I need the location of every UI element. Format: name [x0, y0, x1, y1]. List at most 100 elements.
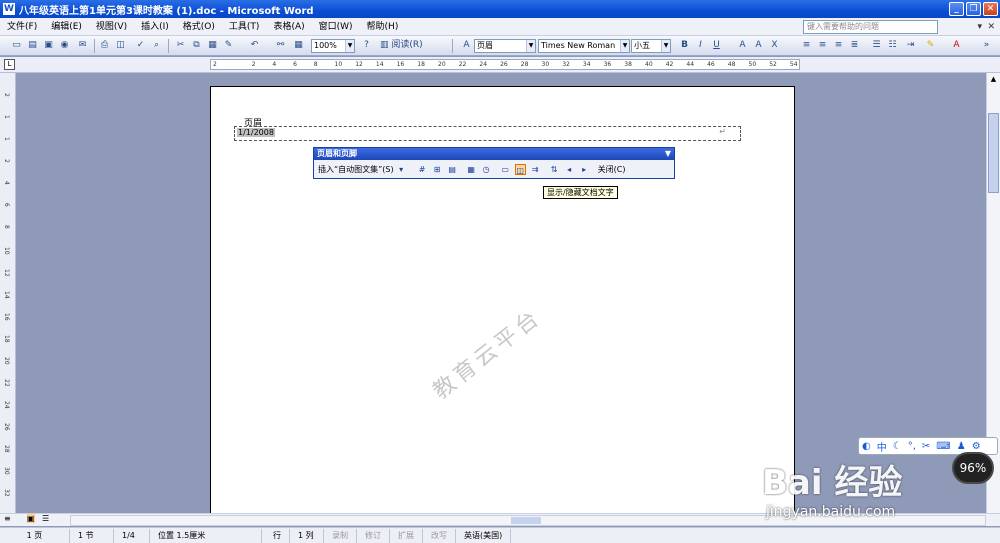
permission-icon[interactable]: ◉	[58, 39, 71, 52]
header-date-field[interactable]: 1/1/2008	[237, 128, 275, 137]
status-bar: 1 页 1 节 1/4 位置 1.5厘米 行 1 列 录制 修订 扩展 改写 英…	[0, 527, 1000, 543]
doc-close-icon[interactable]: ✕	[987, 22, 995, 32]
ime-skin-icon[interactable]: ♟	[957, 441, 966, 452]
char-scale-icon[interactable]: X	[768, 39, 781, 52]
numbering-icon[interactable]: ☰	[870, 39, 883, 52]
format-page-number-icon[interactable]: ▤	[447, 164, 458, 175]
undo-icon[interactable]: ↶	[248, 39, 261, 52]
insert-date-icon[interactable]: ▦	[466, 164, 477, 175]
page-setup-icon[interactable]: ▭	[500, 164, 511, 175]
status-pages: 1/4	[114, 528, 150, 543]
outline-view-icon[interactable]: ☰	[42, 514, 49, 523]
paste-icon[interactable]: ▦	[206, 39, 219, 52]
menu-help[interactable]: 帮助(H)	[360, 18, 406, 36]
minimize-button[interactable]: _	[949, 2, 964, 16]
menu-format[interactable]: 格式(O)	[176, 18, 222, 36]
normal-view-icon[interactable]: ≡	[4, 514, 11, 523]
same-as-previous-icon[interactable]: ⇉	[530, 164, 541, 175]
menu-file[interactable]: 文件(F)	[0, 18, 44, 36]
bullets-icon[interactable]: ☷	[886, 39, 899, 52]
cut-icon[interactable]: ✂	[174, 39, 187, 52]
align-left-icon[interactable]: ≡	[800, 39, 813, 52]
font-color-icon[interactable]: A	[950, 39, 963, 52]
font-size-select[interactable]: 小五 ▼	[631, 39, 671, 53]
highlight-icon[interactable]: ✎	[924, 39, 937, 52]
ime-logo-icon[interactable]: ◐	[862, 441, 871, 452]
char-shading-icon[interactable]: A	[752, 39, 765, 52]
table-icon[interactable]: ▦	[292, 39, 305, 52]
spelling-icon[interactable]: ✓	[134, 39, 147, 52]
insert-autotext-button[interactable]: 插入“自动图文集”(S)	[318, 164, 394, 175]
indent-icon[interactable]: ⇥	[904, 39, 917, 52]
menu-insert[interactable]: 插入(I)	[134, 18, 176, 36]
tab-stop-selector[interactable]: L	[4, 59, 15, 70]
print-layout-view-icon[interactable]: ▣	[27, 514, 35, 523]
read-button[interactable]: ▥ 阅读(R)	[380, 39, 440, 52]
toolbar-options-icon[interactable]: »	[980, 39, 993, 52]
research-icon[interactable]: ⌕	[150, 39, 163, 52]
align-center-icon[interactable]: ≡	[816, 39, 829, 52]
scroll-up-icon[interactable]: ▲	[987, 73, 1000, 86]
help-search-input[interactable]: 键入需要帮助的问题	[803, 20, 938, 34]
chevron-down-icon[interactable]: ▾	[396, 164, 407, 175]
style-select[interactable]: 页眉 ▼	[474, 39, 536, 53]
zoom-select[interactable]: 100% ▼	[311, 39, 355, 53]
ime-lang[interactable]: 中	[877, 439, 887, 454]
align-right-icon[interactable]: ≡	[832, 39, 845, 52]
switch-header-footer-icon[interactable]: ⇅	[549, 164, 560, 175]
copy-icon[interactable]: ⧉	[190, 39, 203, 52]
format-painter-icon[interactable]: ✎	[222, 39, 235, 52]
doc-minimize-icon[interactable]: ▾	[977, 22, 982, 32]
header-area[interactable]: 1/1/2008 ↵	[234, 126, 741, 141]
close-window-button[interactable]: ✕	[983, 2, 998, 16]
status-track[interactable]: 修订	[357, 528, 390, 543]
char-border-icon[interactable]: A	[736, 39, 749, 52]
ruler-tick: 4	[272, 61, 277, 68]
open-icon[interactable]: ▤	[26, 39, 39, 52]
vertical-ruler[interactable]: 2 1 1 2 4 6 8 10 12 14 16 18 20 22 24 26 28 30 32	[0, 73, 16, 513]
show-hide-document-text-icon[interactable]: ◫	[514, 163, 526, 175]
styles-formatting-icon[interactable]: A	[460, 39, 473, 52]
restore-button[interactable]: ❐	[966, 2, 981, 16]
bold-icon[interactable]: B	[678, 39, 691, 52]
paragraph-mark: ↵	[719, 127, 726, 136]
email-icon[interactable]: ✉	[76, 39, 89, 52]
ime-settings-icon[interactable]: ⚙	[972, 441, 981, 452]
save-icon[interactable]: ▣	[42, 39, 55, 52]
print-icon[interactable]: ⎙	[98, 39, 111, 52]
font-size-value: 小五	[634, 41, 650, 50]
status-extend[interactable]: 扩展	[390, 528, 423, 543]
new-icon[interactable]: ▭	[10, 39, 23, 52]
hyperlink-icon[interactable]: ⚯	[274, 39, 287, 52]
ime-punct-icon[interactable]: °,	[908, 441, 916, 452]
chevron-down-icon[interactable]: ▼	[665, 148, 671, 160]
menu-tools[interactable]: 工具(T)	[222, 18, 267, 36]
close-hf-button[interactable]: 关闭(C)	[598, 164, 626, 175]
hscroll-thumb[interactable]	[511, 517, 541, 524]
insert-page-count-icon[interactable]: ⊞	[432, 164, 443, 175]
horizontal-ruler[interactable]: 2 2 4 6 8 10 12 14 16 18 20 22 24 26 28 30 32 34 36 38 40 42 4…	[210, 59, 800, 70]
font-select[interactable]: Times New Roman ▼	[538, 39, 630, 53]
ime-keyboard-icon[interactable]: ⌨	[936, 441, 950, 452]
show-previous-icon[interactable]: ◂	[564, 164, 575, 175]
status-overtype[interactable]: 改写	[423, 528, 456, 543]
print-preview-icon[interactable]: ◫	[114, 39, 127, 52]
ruler-tick: 26	[500, 61, 508, 68]
justify-icon[interactable]: ≣	[848, 39, 861, 52]
italic-icon[interactable]: I	[694, 39, 707, 52]
scroll-thumb[interactable]	[988, 113, 999, 193]
menu-edit[interactable]: 编辑(E)	[44, 18, 89, 36]
ruler-tick: 40	[645, 61, 653, 68]
menu-table[interactable]: 表格(A)	[266, 18, 311, 36]
menu-view[interactable]: 视图(V)	[89, 18, 134, 36]
ime-moon-icon[interactable]: ☾	[893, 441, 902, 452]
show-next-icon[interactable]: ▸	[579, 164, 590, 175]
ime-tools-icon[interactable]: ✂	[922, 441, 930, 452]
status-record[interactable]: 录制	[324, 528, 357, 543]
insert-time-icon[interactable]: ◷	[481, 164, 492, 175]
insert-page-number-icon[interactable]: #	[417, 164, 428, 175]
menu-window[interactable]: 窗口(W)	[312, 18, 360, 36]
speed-percent-widget[interactable]: 96%	[952, 452, 994, 484]
underline-icon[interactable]: U	[710, 39, 723, 52]
help-icon[interactable]: ?	[360, 39, 373, 52]
